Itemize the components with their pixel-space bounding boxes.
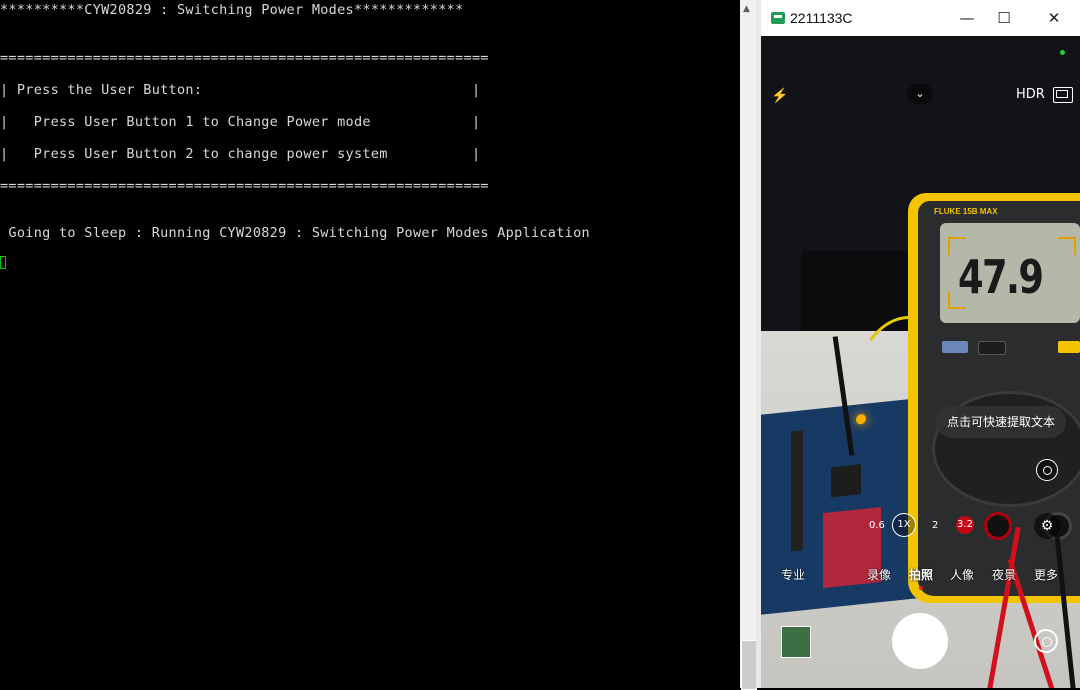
scrollbar-thumb[interactable] xyxy=(741,640,757,690)
terminal-cursor xyxy=(0,256,6,269)
terminal-scrollbar[interactable]: ▲ xyxy=(740,0,757,690)
mode-night[interactable]: 夜景 xyxy=(992,566,1016,583)
zoom-2[interactable]: 2 xyxy=(932,520,938,531)
terminal-line-banner: **********CYW20829 : Switching Power Mod… xyxy=(0,2,464,18)
app-icon xyxy=(771,12,785,24)
maximize-button[interactable]: ☐ xyxy=(984,6,1024,30)
terminal-line-status: Going to Sleep : Running CYW20829 : Swit… xyxy=(0,225,590,241)
mode-pro[interactable]: 专业 xyxy=(781,566,805,583)
meter-yellow-button xyxy=(1058,341,1080,353)
meter-range-button xyxy=(978,341,1006,355)
hdr-toggle[interactable]: HDR xyxy=(1016,87,1045,102)
mode-photo[interactable]: 拍照 xyxy=(909,566,933,583)
camera-preview[interactable]: FLUKE 15B MAX 47.9 ⚡ ⌄ HDR 点击可快速提取文本 0.6… xyxy=(761,36,1080,688)
meter-hold-button xyxy=(942,341,968,353)
camera-active-indicator xyxy=(1060,50,1065,55)
zoom-0-6[interactable]: 0.6 xyxy=(869,520,885,531)
meter-lcd: 47.9 xyxy=(940,223,1080,323)
meter-brand: FLUKE 15B MAX xyxy=(934,207,998,216)
terminal-line-separator: ========================================… xyxy=(0,50,489,66)
gear-icon[interactable]: ⚙ xyxy=(1034,513,1060,539)
meter-reading: 47.9 xyxy=(958,250,1044,304)
lens-scan-icon[interactable] xyxy=(1036,459,1058,481)
terminal-line-separator-bottom: ========================================… xyxy=(0,178,489,194)
meter-jack-ma xyxy=(984,512,1012,540)
zoom-3-2[interactable]: 3.2 xyxy=(956,516,974,534)
active-mode-indicator xyxy=(919,586,923,590)
text-extract-tooltip[interactable]: 点击可快速提取文本 xyxy=(936,406,1066,438)
mode-video[interactable]: 录像 xyxy=(867,566,891,583)
flash-off-icon[interactable]: ⚡ xyxy=(771,87,788,104)
shutter-button[interactable] xyxy=(892,613,948,669)
mode-more[interactable]: 更多 xyxy=(1034,566,1058,583)
scroll-up-arrow-icon[interactable]: ▲ xyxy=(743,4,750,14)
aspect-ratio-icon[interactable] xyxy=(1053,87,1073,103)
mode-portrait[interactable]: 人像 xyxy=(950,566,974,583)
phone-mirror-window[interactable]: 2211133C — ☐ ✕ FLUKE 15B MAX 47.9 ⚡ ⌄ HD… xyxy=(761,0,1080,688)
close-button[interactable]: ✕ xyxy=(1034,6,1074,30)
terminal-window[interactable]: **********CYW20829 : Switching Power Mod… xyxy=(0,0,740,688)
gallery-thumbnail[interactable] xyxy=(781,626,811,658)
minimize-button[interactable]: — xyxy=(947,6,987,30)
terminal-line-button2: | Press User Button 2 to change power sy… xyxy=(0,146,481,162)
terminal-line-button1: | Press User Button 1 to Change Power mo… xyxy=(0,114,481,130)
window-titlebar[interactable]: 2211133C — ☐ ✕ xyxy=(761,0,1080,37)
chevron-down-icon[interactable]: ⌄ xyxy=(907,84,933,104)
camera-flip-icon[interactable] xyxy=(1034,629,1058,653)
terminal-line-prompt: | Press the User Button: | xyxy=(0,82,481,98)
window-title: 2211133C xyxy=(790,10,853,26)
zoom-1x[interactable]: 1X xyxy=(892,513,916,537)
